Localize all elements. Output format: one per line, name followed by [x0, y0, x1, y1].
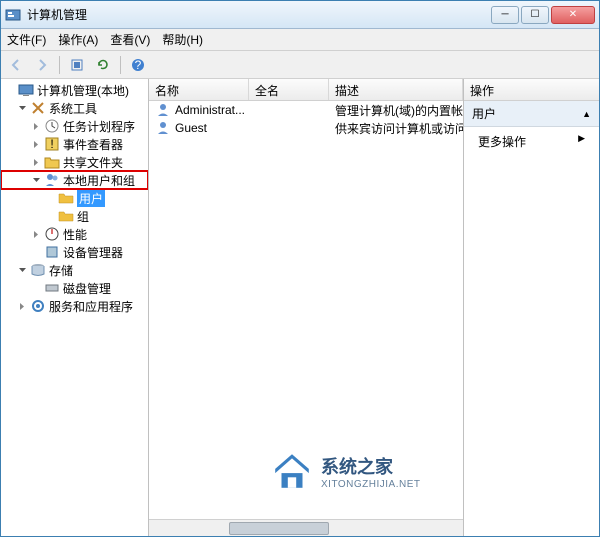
shared-folder-icon	[44, 154, 60, 170]
maximize-button[interactable]: ☐	[521, 6, 549, 24]
storage-icon	[30, 262, 46, 278]
toolbar: ?	[1, 51, 599, 79]
list-row[interactable]: Administrat... 管理计算机(域)的内置帐户	[149, 101, 463, 119]
tree-storage[interactable]: 存储	[1, 261, 148, 279]
tree-disk-management[interactable]: 磁盘管理	[1, 279, 148, 297]
scrollbar-thumb[interactable]	[229, 522, 329, 535]
titlebar: 计算机管理 ─ ☐ ✕	[1, 1, 599, 29]
device-icon	[44, 244, 60, 260]
back-button	[5, 54, 27, 76]
horizontal-scrollbar[interactable]	[149, 519, 463, 536]
chevron-down-icon[interactable]	[5, 85, 16, 96]
chevron-right-icon[interactable]	[17, 301, 28, 312]
chevron-right-icon[interactable]	[31, 229, 42, 240]
user-icon	[155, 102, 171, 118]
column-name[interactable]: 名称	[149, 79, 249, 100]
action-body: 用户 ▲ 更多操作 ▶	[464, 101, 599, 536]
action-pane-header: 操作	[464, 79, 599, 101]
window: 计算机管理 ─ ☐ ✕ 文件(F) 操作(A) 查看(V) 帮助(H) ? 计算…	[0, 0, 600, 537]
tree-local-users-groups[interactable]: 本地用户和组	[1, 171, 148, 189]
up-level-button[interactable]	[66, 54, 88, 76]
chevron-right-icon[interactable]	[31, 157, 42, 168]
action-pane: 操作 用户 ▲ 更多操作 ▶	[464, 79, 599, 536]
users-group-icon	[44, 172, 60, 188]
tree-services-apps[interactable]: 服务和应用程序	[1, 297, 148, 315]
folder-icon	[58, 190, 74, 206]
menu-action[interactable]: 操作(A)	[58, 31, 98, 48]
minimize-button[interactable]: ─	[491, 6, 519, 24]
folder-icon	[58, 208, 74, 224]
chevron-right-icon[interactable]	[31, 121, 42, 132]
tree-pane[interactable]: 计算机管理(本地) 系统工具 任务计划程序 ! 事件查看器 共享文件夹	[1, 79, 149, 536]
user-icon	[155, 120, 171, 136]
window-controls: ─ ☐ ✕	[491, 6, 595, 24]
action-more[interactable]: 更多操作 ▶	[464, 127, 599, 156]
chevron-right-icon: ▶	[578, 133, 585, 144]
list-pane: 名称 全名 描述 Administrat... 管理计算机(域)的内置帐户 G	[149, 79, 464, 536]
forward-button	[31, 54, 53, 76]
help-button[interactable]: ?	[127, 54, 149, 76]
list-row[interactable]: Guest 供来宾访问计算机或访问域	[149, 119, 463, 137]
column-fullname[interactable]: 全名	[249, 79, 329, 100]
content-area: 计算机管理(本地) 系统工具 任务计划程序 ! 事件查看器 共享文件夹	[1, 79, 599, 536]
tree-device-manager[interactable]: 设备管理器	[1, 243, 148, 261]
app-icon	[5, 7, 21, 23]
toolbar-separator	[120, 56, 121, 74]
toolbar-separator	[59, 56, 60, 74]
list-body[interactable]: Administrat... 管理计算机(域)的内置帐户 Guest 供来宾访问…	[149, 101, 463, 519]
chevron-down-icon[interactable]	[17, 265, 28, 276]
event-icon: !	[44, 136, 60, 152]
svg-text:!: !	[50, 137, 53, 151]
clock-icon	[44, 118, 60, 134]
tree-groups[interactable]: 组	[1, 207, 148, 225]
tree-event-viewer[interactable]: ! 事件查看器	[1, 135, 148, 153]
menubar: 文件(F) 操作(A) 查看(V) 帮助(H)	[1, 29, 599, 51]
tree-shared-folders[interactable]: 共享文件夹	[1, 153, 148, 171]
collapse-icon[interactable]: ▲	[582, 109, 591, 119]
action-title[interactable]: 用户 ▲	[464, 101, 599, 127]
tree-users[interactable]: 用户	[1, 189, 148, 207]
computer-icon	[18, 82, 34, 98]
window-title: 计算机管理	[27, 6, 491, 23]
performance-icon	[44, 226, 60, 242]
tree-performance[interactable]: 性能	[1, 225, 148, 243]
menu-view[interactable]: 查看(V)	[110, 31, 150, 48]
menu-file[interactable]: 文件(F)	[7, 31, 46, 48]
chevron-down-icon[interactable]	[31, 175, 42, 186]
disk-icon	[44, 280, 60, 296]
services-icon	[30, 298, 46, 314]
menu-help[interactable]: 帮助(H)	[162, 31, 203, 48]
refresh-button[interactable]	[92, 54, 114, 76]
column-description[interactable]: 描述	[329, 79, 463, 100]
chevron-down-icon[interactable]	[17, 103, 28, 114]
tree-system-tools[interactable]: 系统工具	[1, 99, 148, 117]
list-header: 名称 全名 描述	[149, 79, 463, 101]
chevron-right-icon[interactable]	[31, 139, 42, 150]
svg-text:?: ?	[135, 58, 142, 72]
tree-task-scheduler[interactable]: 任务计划程序	[1, 117, 148, 135]
tree-root[interactable]: 计算机管理(本地)	[1, 81, 148, 99]
close-button[interactable]: ✕	[551, 6, 595, 24]
tools-icon	[30, 100, 46, 116]
